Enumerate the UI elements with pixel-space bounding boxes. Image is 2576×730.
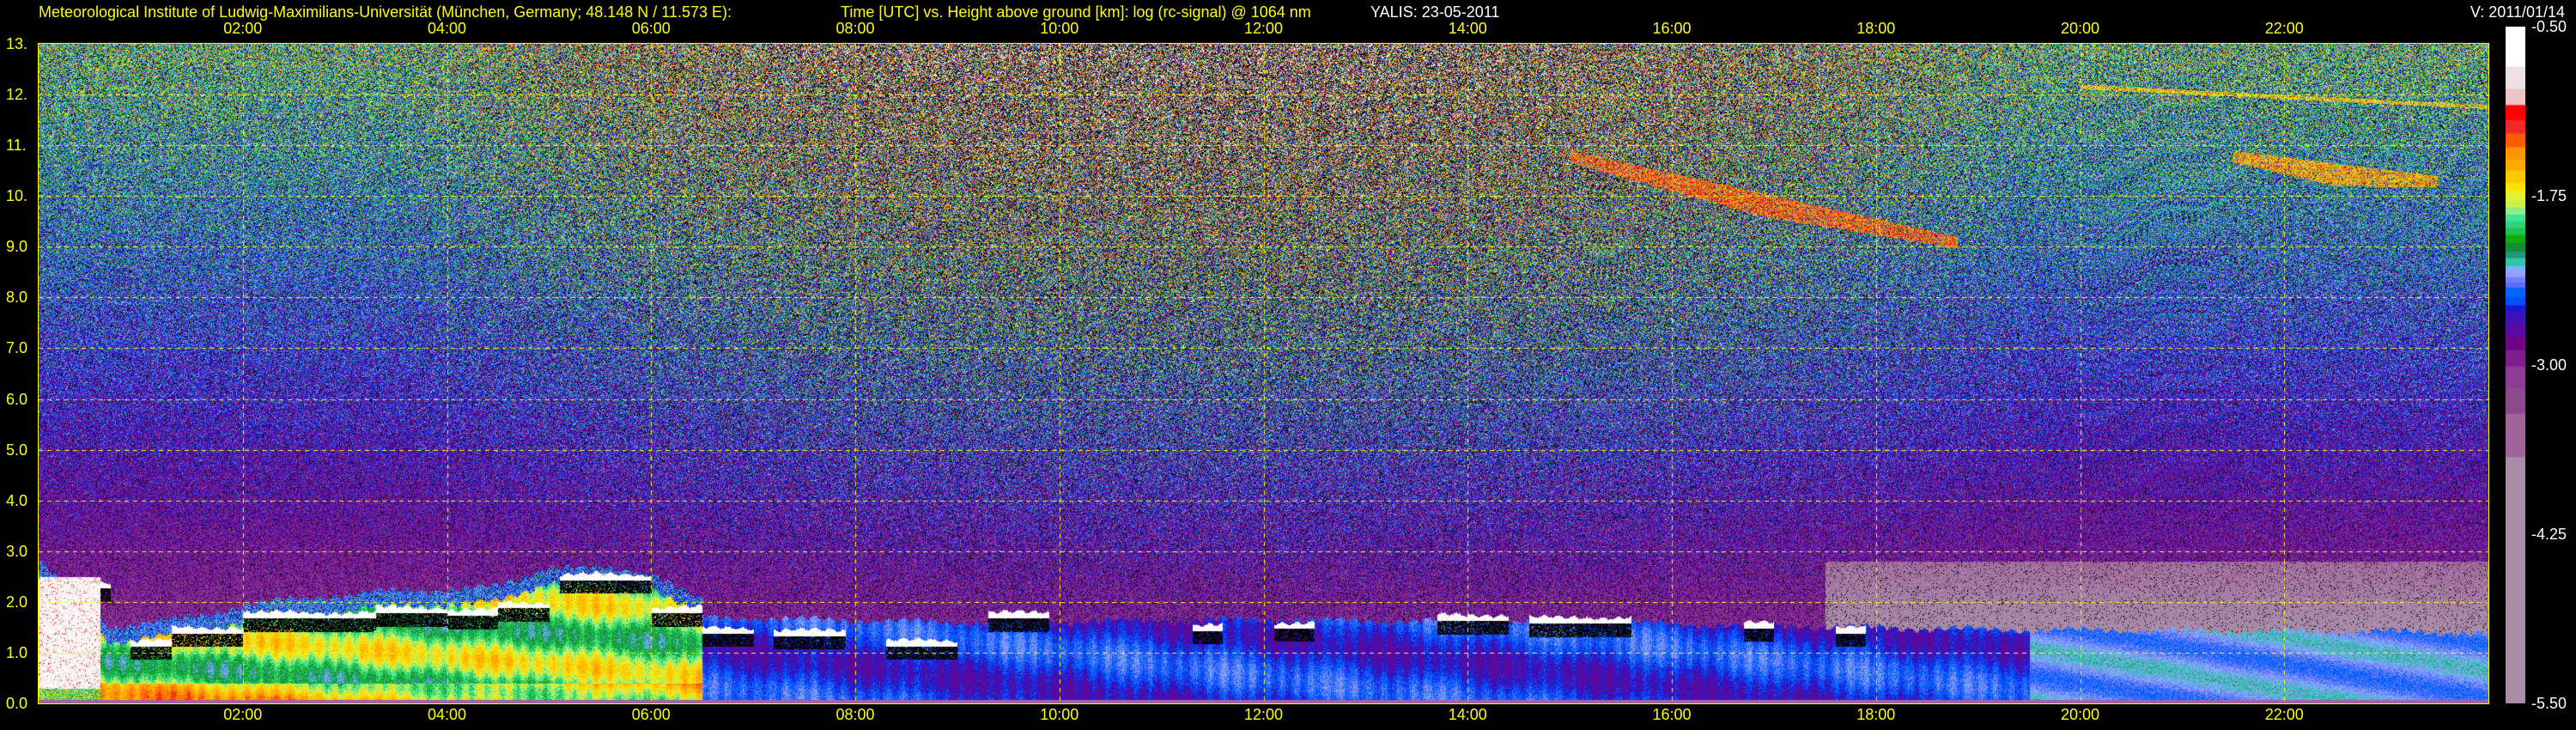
y-tick-label: 0.0 bbox=[6, 695, 28, 712]
x-tick-label: 12:00 bbox=[1243, 20, 1284, 37]
colorbar-tick-label: -3.00 bbox=[2531, 356, 2567, 374]
x-tick-label: 14:00 bbox=[1448, 20, 1487, 37]
x-tick-label: 10:00 bbox=[1040, 706, 1079, 723]
x-tick-label: 06:00 bbox=[631, 20, 671, 37]
y-tick-label: 8.0 bbox=[6, 289, 28, 307]
colorbar-tick-label: -1.75 bbox=[2531, 187, 2567, 204]
y-tick-label: 2.0 bbox=[6, 593, 28, 611]
x-tick-label: 04:00 bbox=[427, 20, 467, 37]
x-tick-label: 22:00 bbox=[2264, 20, 2304, 37]
colorbar bbox=[2506, 27, 2525, 703]
x-tick-label: 02:00 bbox=[223, 706, 263, 723]
lidar-heatmap bbox=[39, 44, 2488, 703]
y-tick-label: 11. bbox=[6, 137, 27, 155]
colorbar-tick-label: -4.25 bbox=[2531, 526, 2567, 543]
x-tick-label: 02:00 bbox=[223, 20, 263, 37]
x-tick-label: 16:00 bbox=[1652, 20, 1692, 37]
x-tick-label: 14:00 bbox=[1448, 706, 1487, 723]
y-tick-label: 12. bbox=[6, 86, 28, 104]
x-tick-label: 20:00 bbox=[2060, 706, 2100, 723]
x-tick-label: 04:00 bbox=[427, 706, 467, 723]
x-tick-label: 10:00 bbox=[1040, 20, 1079, 37]
x-tick-label: 12:00 bbox=[1243, 706, 1284, 723]
institute-title: Meteorological Institute of Ludwig-Maxim… bbox=[39, 3, 732, 21]
x-tick-label: 18:00 bbox=[1856, 20, 1896, 37]
x-tick-label: 08:00 bbox=[835, 20, 875, 37]
y-tick-label: 5.0 bbox=[6, 441, 28, 459]
x-tick-label: 06:00 bbox=[631, 706, 671, 723]
plot-title: Time [UTC] vs. Height above ground [km]:… bbox=[841, 3, 1311, 21]
y-tick-label: 10. bbox=[6, 187, 28, 205]
y-tick-label: 13. bbox=[6, 35, 28, 52]
x-tick-label: 22:00 bbox=[2264, 706, 2304, 723]
x-tick-label: 20:00 bbox=[2060, 20, 2100, 37]
y-tick-label: 6.0 bbox=[6, 390, 28, 408]
y-tick-label: 9.0 bbox=[6, 238, 28, 256]
y-tick-label: 1.0 bbox=[6, 643, 28, 661]
x-tick-label: 08:00 bbox=[835, 706, 875, 723]
y-tick-label: 7.0 bbox=[6, 339, 28, 357]
x-tick-label: 16:00 bbox=[1652, 706, 1692, 723]
colorbar-tick-label: -0.50 bbox=[2531, 18, 2567, 35]
colorbar-tick-label: -5.50 bbox=[2531, 695, 2567, 712]
y-tick-label: 4.0 bbox=[6, 491, 28, 509]
station-date: YALIS: 23-05-2011 bbox=[1370, 3, 1500, 21]
y-tick-label: 3.0 bbox=[6, 542, 28, 560]
x-tick-label: 18:00 bbox=[1856, 706, 1896, 723]
